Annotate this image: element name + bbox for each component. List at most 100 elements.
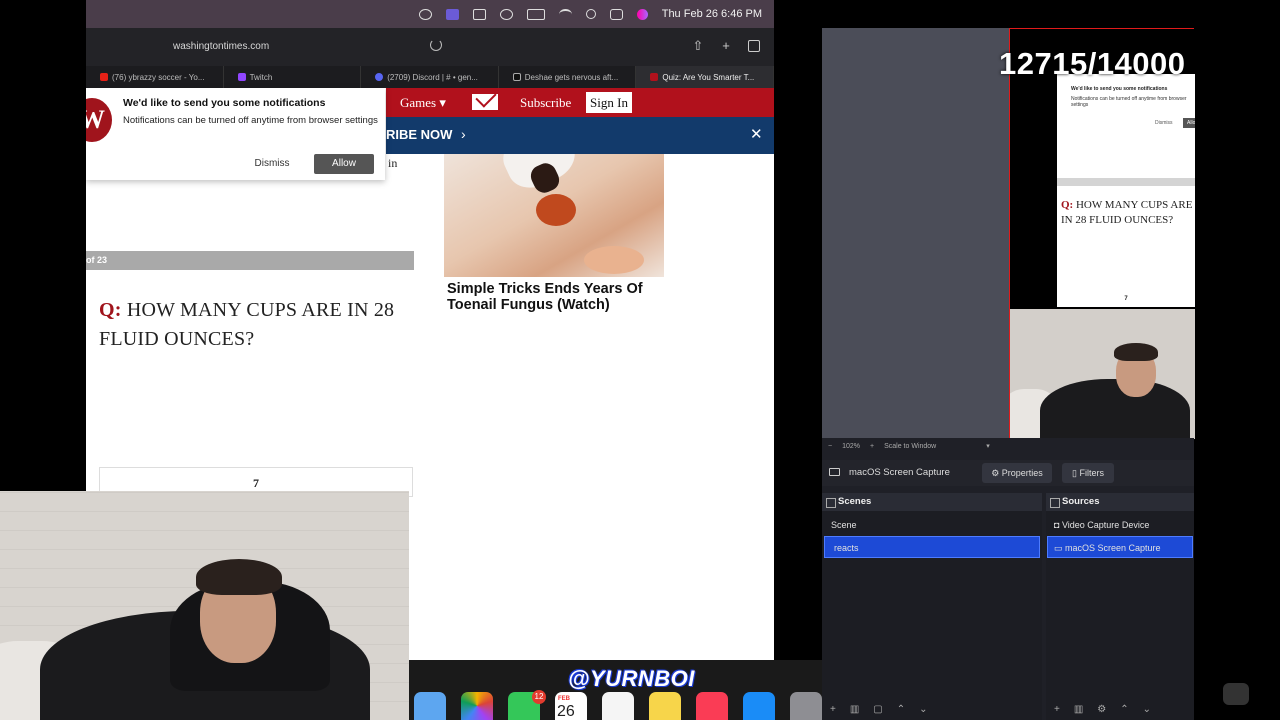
photos-icon[interactable]: [461, 692, 493, 720]
obs-preview-progress-bar: [1057, 178, 1195, 186]
streamer-handle: @YURNBOI: [568, 666, 695, 691]
notes-icon[interactable]: [649, 692, 681, 720]
obs-preview[interactable]: We'd like to send you some notifications…: [822, 28, 1195, 439]
obs-canvas[interactable]: We'd like to send you some notifications…: [1009, 28, 1195, 439]
obs-preview-question: Q: HOW MANY CUPS ARE IN 28 FLUID OUNCES?: [1061, 198, 1195, 228]
sources-toolbar: + ▥ ⚙ ⌃ ⌄: [1046, 698, 1194, 720]
channel-watermark: [1223, 683, 1249, 705]
calendar-month: FEB: [558, 696, 570, 702]
obs-preview-allow: Allow: [1183, 118, 1195, 128]
browser-toolbar: washingtontimes.com ⇧ +: [86, 28, 774, 66]
chevron-right-icon[interactable]: ›: [461, 126, 466, 142]
scenes-header: Scenes: [822, 493, 1042, 511]
obs-preview-question-prefix: Q:: [1061, 199, 1074, 211]
monitor-icon: [829, 468, 840, 476]
remove-source-icon[interactable]: ▥: [1074, 704, 1083, 715]
sources-header: Sources: [1046, 493, 1194, 511]
dismiss-button[interactable]: Dismiss: [246, 154, 298, 174]
question-text: HOW MANY CUPS ARE IN 28 FLUID OUNCES?: [99, 299, 395, 350]
ad-image[interactable]: [444, 154, 664, 277]
properties-button[interactable]: ⚙ Properties: [982, 463, 1052, 483]
screen-record-icon[interactable]: [472, 8, 486, 20]
battery-icon[interactable]: [526, 8, 545, 20]
scene-item-selected[interactable]: reacts: [824, 536, 1040, 558]
tab-tiktok[interactable]: Deshae gets nervous aft...: [499, 66, 637, 88]
share-icon[interactable]: ⇧: [692, 39, 704, 52]
menu-bar-clock[interactable]: Thu Feb 26 6:46 PM: [662, 8, 762, 20]
sign-in-button[interactable]: Sign In: [586, 92, 632, 113]
play-icon[interactable]: [499, 8, 513, 20]
maps-icon[interactable]: [414, 692, 446, 720]
gear-icon: ⚙: [991, 468, 1002, 478]
new-tab-icon[interactable]: +: [720, 39, 732, 52]
nav-in-link[interactable]: in: [388, 156, 397, 171]
webcam-feed: [0, 491, 409, 720]
siri-icon[interactable]: [636, 8, 648, 20]
tab-youtube[interactable]: (76) ybrazzy soccer - Yo...: [86, 66, 224, 88]
obs-source-toolbar: macOS Screen Capture ⚙ Properties ▯ Filt…: [822, 460, 1194, 486]
tab-overview-icon[interactable]: [748, 40, 760, 52]
control-center-icon[interactable]: [418, 8, 432, 20]
reminders-icon[interactable]: [602, 692, 634, 720]
scene-filters-icon[interactable]: ▢: [873, 704, 882, 715]
add-scene-icon[interactable]: +: [830, 704, 836, 715]
tab-label: (76) ybrazzy soccer - Yo...: [112, 72, 205, 82]
obs-preview-dismiss: Dismiss: [1155, 120, 1173, 126]
system-settings-icon[interactable]: [790, 692, 822, 720]
source-item-selected[interactable]: ▭ macOS Screen Capture: [1047, 536, 1193, 558]
allow-button[interactable]: Allow: [314, 154, 374, 174]
ad-headline[interactable]: Simple Tricks Ends Years Of Toenail Fung…: [447, 281, 677, 313]
scene-item[interactable]: Scene: [822, 514, 1042, 536]
source-item[interactable]: ◘ Video Capture Device: [1046, 514, 1194, 536]
control-toggles-icon[interactable]: [609, 8, 623, 20]
notification-body: Notifications can be turned off anytime …: [123, 115, 378, 126]
scale-mode-select[interactable]: Scale to Window: [884, 443, 936, 450]
subscribe-link[interactable]: Subscribe: [520, 95, 571, 111]
source-settings-icon[interactable]: ⚙: [1097, 704, 1106, 715]
goal-counter: 12715/14000: [999, 46, 1186, 81]
reload-icon[interactable]: [430, 39, 442, 51]
move-up-icon[interactable]: ⌃: [897, 704, 905, 715]
notification-title: We'd like to send you some notifications: [123, 97, 326, 109]
remove-scene-icon[interactable]: ▥: [850, 704, 859, 715]
chevron-down-icon[interactable]: ▾: [986, 442, 990, 450]
filters-label: Filters: [1079, 468, 1104, 478]
mail-icon[interactable]: [472, 94, 498, 110]
add-source-icon[interactable]: +: [1054, 704, 1060, 715]
nav-games[interactable]: Games ▾: [400, 95, 446, 111]
subscribe-promo-banner[interactable]: RIBE NOW › ✕: [386, 117, 774, 154]
close-icon[interactable]: ✕: [750, 125, 763, 143]
zoom-in-icon[interactable]: +: [870, 443, 874, 450]
tab-discord[interactable]: (2709) Discord | # • gen...: [361, 66, 499, 88]
washington-times-icon: [650, 73, 659, 81]
source-label: Video Capture Device: [1061, 520, 1150, 530]
tab-twitch[interactable]: Twitch: [224, 66, 362, 88]
search-icon[interactable]: [585, 9, 596, 19]
music-icon[interactable]: [696, 692, 728, 720]
source-label: macOS Screen Capture: [1065, 543, 1161, 553]
washington-times-logo: W: [86, 98, 112, 142]
browser-tab-bar: (76) ybrazzy soccer - Yo... Twitch (2709…: [86, 66, 774, 88]
screen-mirroring-icon[interactable]: [445, 8, 459, 20]
quiz-counter: of 23: [86, 255, 108, 265]
move-down-icon[interactable]: ⌄: [1143, 704, 1151, 715]
obs-preview-hoodie: [1040, 379, 1190, 439]
move-up-icon[interactable]: ⌃: [1120, 704, 1128, 715]
filters-button[interactable]: ▯ Filters: [1062, 463, 1114, 483]
twitch-icon: [237, 73, 246, 81]
discord-icon: [375, 73, 384, 81]
camera-icon: ◘: [1054, 520, 1062, 530]
tab-label: Quiz: Are You Smarter T...: [662, 72, 755, 82]
zoom-out-icon[interactable]: −: [828, 443, 832, 450]
move-down-icon[interactable]: ⌄: [919, 704, 927, 715]
tab-label: Twitch: [249, 72, 273, 82]
address-bar[interactable]: washingtontimes.com: [173, 41, 269, 52]
obs-preview-hair: [1114, 343, 1158, 361]
selected-source-name: macOS Screen Capture: [849, 467, 950, 478]
wifi-icon[interactable]: [558, 8, 572, 20]
question-prefix: Q:: [99, 299, 122, 321]
app-store-icon[interactable]: [743, 692, 775, 720]
tab-washington-times[interactable]: Quiz: Are You Smarter T...: [636, 66, 774, 88]
obs-window: We'd like to send you some notifications…: [822, 28, 1195, 720]
quiz-progress-bar: of 23: [86, 251, 414, 270]
